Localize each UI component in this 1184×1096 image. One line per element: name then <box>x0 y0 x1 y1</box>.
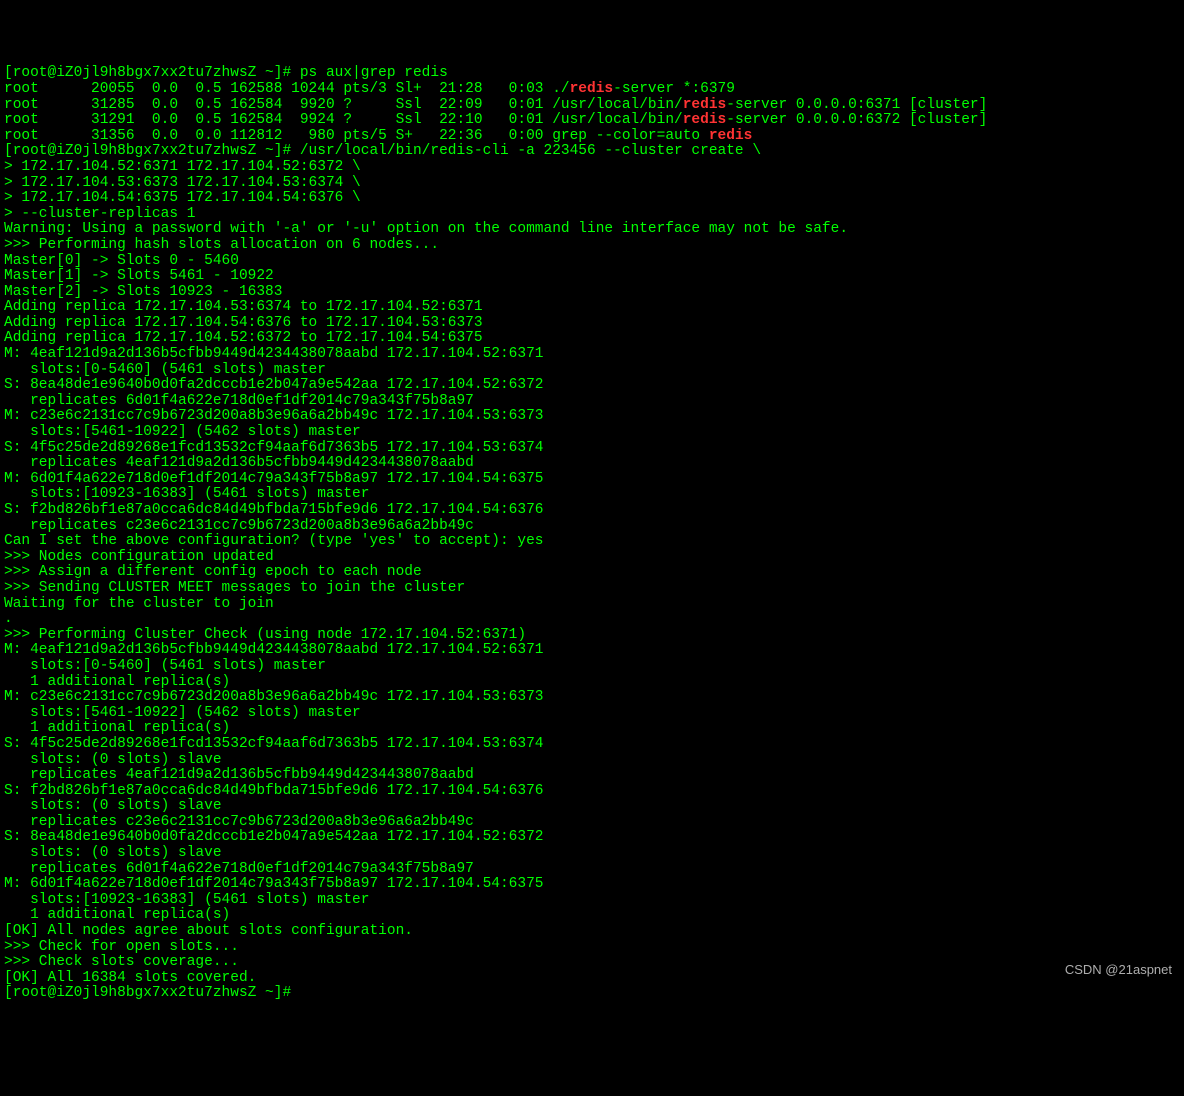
command-continuation[interactable]: > 172.17.104.52:6371 172.17.104.52:6372 … <box>4 159 361 175</box>
ps-cmd-post: -server 0.0.0.0:6371 [cluster] <box>726 97 987 113</box>
ps-cmd-highlight: redis <box>683 112 727 128</box>
output-line: . <box>4 611 13 627</box>
output-line: Adding replica 172.17.104.54:6376 to 172… <box>4 315 483 331</box>
output-line: S: f2bd826bf1e87a0cca6dc84d49bfbda715bfe… <box>4 783 544 799</box>
output-line: 1 additional replica(s) <box>4 907 230 923</box>
output-line: Adding replica 172.17.104.52:6372 to 172… <box>4 330 483 346</box>
ps-cmd-highlight: redis <box>683 97 727 113</box>
output-line: slots: (0 slots) slave <box>4 845 222 861</box>
output-line: slots:[10923-16383] (5461 slots) master <box>4 486 369 502</box>
command-input[interactable]: ps aux|grep redis <box>300 65 448 81</box>
warning-line: Warning: Using a password with '-a' or '… <box>4 221 848 237</box>
output-line: >>> Performing hash slots allocation on … <box>4 237 439 253</box>
output-line: replicates c23e6c2131cc7c9b6723d200a8b3e… <box>4 814 474 830</box>
ps-row: root 20055 0.0 0.5 162588 10244 pts/3 Sl… <box>4 81 552 97</box>
output-line: S: f2bd826bf1e87a0cca6dc84d49bfbda715bfe… <box>4 502 544 518</box>
output-line: [OK] All nodes agree about slots configu… <box>4 923 413 939</box>
output-line: >>> Assign a different config epoch to e… <box>4 564 422 580</box>
output-line: Master[1] -> Slots 5461 - 10922 <box>4 268 274 284</box>
shell-prompt: [root@iZ0jl9h8bgx7xx2tu7zhwsZ ~]# <box>4 143 300 159</box>
command-continuation[interactable]: > 172.17.104.53:6373 172.17.104.53:6374 … <box>4 175 361 191</box>
output-line: M: c23e6c2131cc7c9b6723d200a8b3e96a6a2bb… <box>4 689 544 705</box>
output-line: replicates 6d01f4a622e718d0ef1df2014c79a… <box>4 393 474 409</box>
output-line: slots:[5461-10922] (5462 slots) master <box>4 424 361 440</box>
output-line: >>> Performing Cluster Check (using node… <box>4 627 526 643</box>
output-line: M: 6d01f4a622e718d0ef1df2014c79a343f75b8… <box>4 876 544 892</box>
output-line: M: c23e6c2131cc7c9b6723d200a8b3e96a6a2bb… <box>4 408 544 424</box>
shell-prompt: [root@iZ0jl9h8bgx7xx2tu7zhwsZ ~]# <box>4 65 300 81</box>
terminal-output[interactable]: [root@iZ0jl9h8bgx7xx2tu7zhwsZ ~]# ps aux… <box>4 66 1180 1002</box>
ps-row: root 31285 0.0 0.5 162584 9920 ? Ssl 22:… <box>4 97 552 113</box>
output-line: >>> Sending CLUSTER MEET messages to joi… <box>4 580 465 596</box>
output-line: S: 8ea48de1e9640b0d0fa2dcccb1e2b047a9e54… <box>4 377 544 393</box>
output-line: M: 4eaf121d9a2d136b5cfbb9449d4234438078a… <box>4 346 544 362</box>
output-line: [OK] All 16384 slots covered. <box>4 970 256 986</box>
ps-cmd-pre: ./ <box>552 81 569 97</box>
output-line: >>> Check slots coverage... <box>4 954 239 970</box>
ps-cmd-post: -server 0.0.0.0:6372 [cluster] <box>726 112 987 128</box>
output-line: slots:[0-5460] (5461 slots) master <box>4 362 326 378</box>
output-line: S: 4f5c25de2d89268e1fcd13532cf94aaf6d736… <box>4 736 544 752</box>
ps-cmd-highlight: redis <box>570 81 614 97</box>
output-line: replicates 4eaf121d9a2d136b5cfbb9449d423… <box>4 455 474 471</box>
output-line: replicates 6d01f4a622e718d0ef1df2014c79a… <box>4 861 474 877</box>
ps-cmd-post: -server *:6379 <box>613 81 735 97</box>
output-line: S: 4f5c25de2d89268e1fcd13532cf94aaf6d736… <box>4 440 544 456</box>
output-line: slots:[10923-16383] (5461 slots) master <box>4 892 369 908</box>
output-line: Waiting for the cluster to join <box>4 596 274 612</box>
command-continuation[interactable]: > --cluster-replicas 1 <box>4 206 195 222</box>
ps-row: root 31356 0.0 0.0 112812 980 pts/5 S+ 2… <box>4 128 552 144</box>
output-line: slots: (0 slots) slave <box>4 752 222 768</box>
output-line: >>> Nodes configuration updated <box>4 549 274 565</box>
output-line: replicates c23e6c2131cc7c9b6723d200a8b3e… <box>4 518 474 534</box>
output-line: Adding replica 172.17.104.53:6374 to 172… <box>4 299 483 315</box>
ps-cmd-pre: /usr/local/bin/ <box>552 112 683 128</box>
output-line: M: 6d01f4a622e718d0ef1df2014c79a343f75b8… <box>4 471 544 487</box>
output-line: Master[0] -> Slots 0 - 5460 <box>4 253 239 269</box>
output-line: slots:[5461-10922] (5462 slots) master <box>4 705 361 721</box>
ps-cmd-highlight: redis <box>709 128 753 144</box>
output-line: Master[2] -> Slots 10923 - 16383 <box>4 284 282 300</box>
output-line: M: 4eaf121d9a2d136b5cfbb9449d4234438078a… <box>4 642 544 658</box>
output-line: Can I set the above configuration? (type… <box>4 533 544 549</box>
command-continuation[interactable]: > 172.17.104.54:6375 172.17.104.54:6376 … <box>4 190 361 206</box>
ps-row: root 31291 0.0 0.5 162584 9924 ? Ssl 22:… <box>4 112 552 128</box>
output-line: slots: (0 slots) slave <box>4 798 222 814</box>
ps-cmd-pre: grep --color=auto <box>552 128 709 144</box>
ps-cmd-pre: /usr/local/bin/ <box>552 97 683 113</box>
output-line: slots:[0-5460] (5461 slots) master <box>4 658 326 674</box>
output-line: 1 additional replica(s) <box>4 720 230 736</box>
output-line: >>> Check for open slots... <box>4 939 239 955</box>
output-line: 1 additional replica(s) <box>4 674 230 690</box>
command-input[interactable]: /usr/local/bin/redis-cli -a 223456 --clu… <box>300 143 761 159</box>
output-line: replicates 4eaf121d9a2d136b5cfbb9449d423… <box>4 767 474 783</box>
output-line: S: 8ea48de1e9640b0d0fa2dcccb1e2b047a9e54… <box>4 829 544 845</box>
watermark: CSDN @21aspnet <box>1065 962 1172 978</box>
